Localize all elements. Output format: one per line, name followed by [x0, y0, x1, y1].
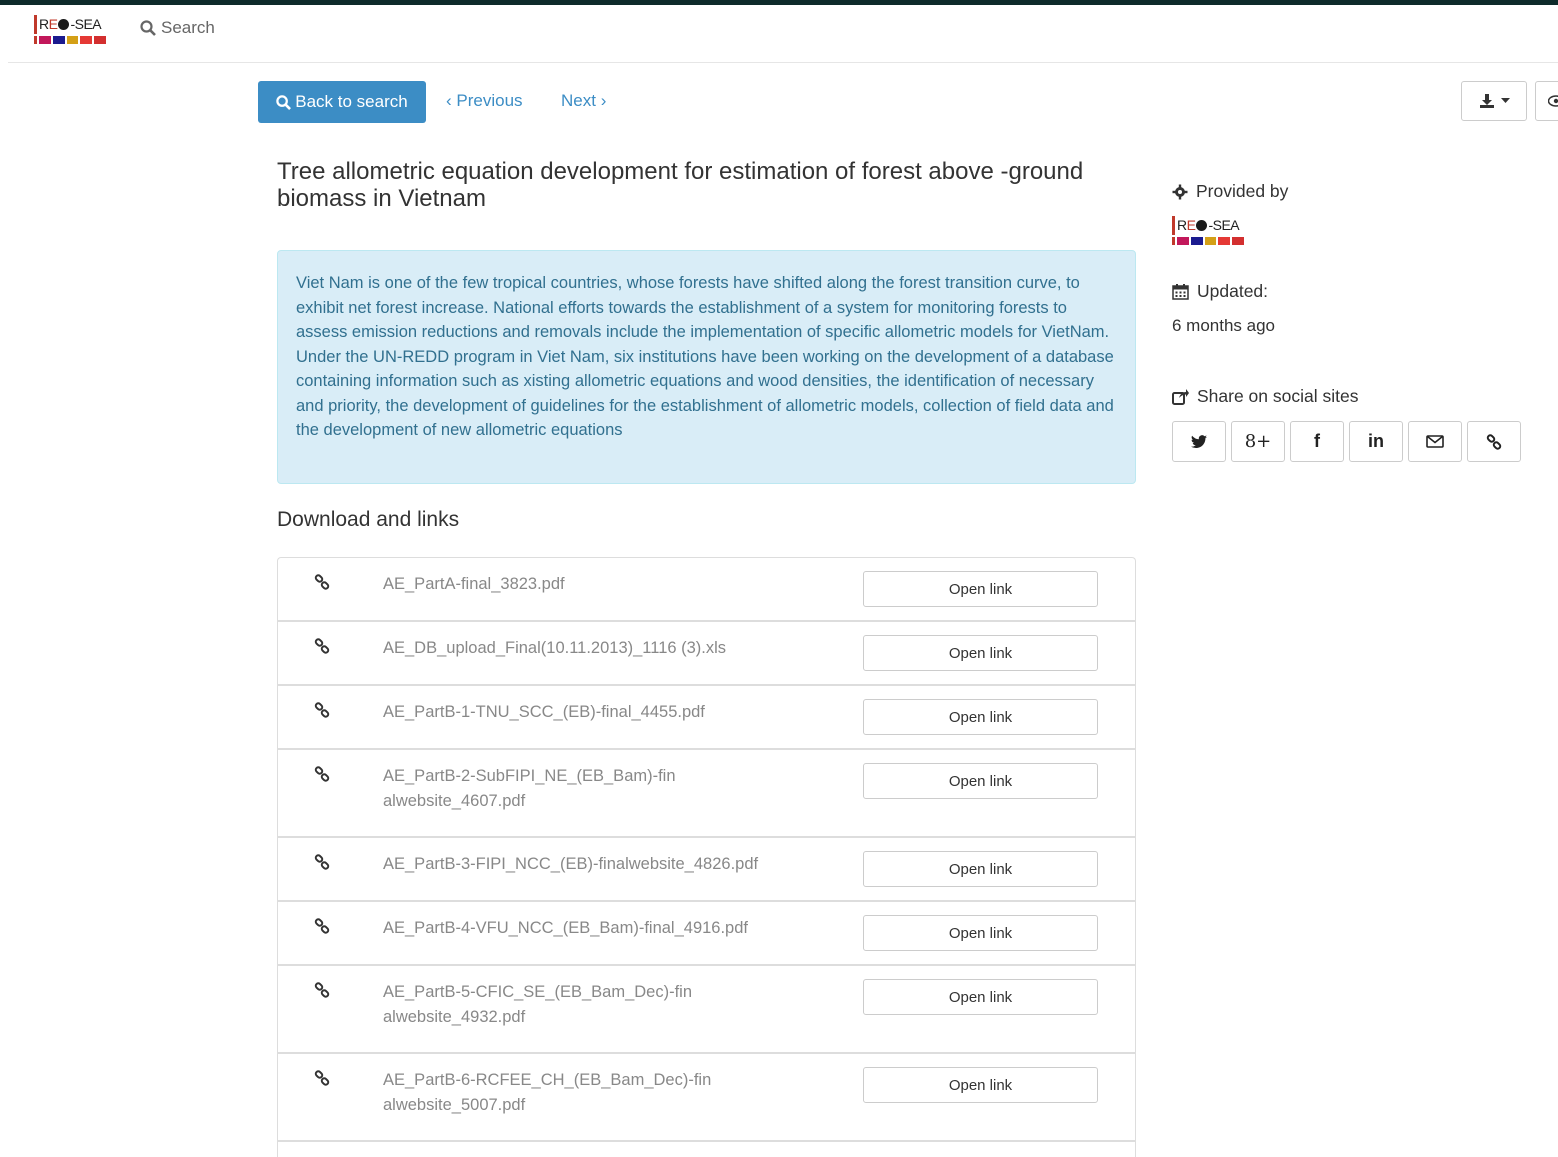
provided-by: Provided by [1172, 181, 1288, 202]
download-file-name[interactable]: AE_DB_upload_Final(10.11.2013)_1116 (3).… [383, 636, 803, 661]
facebook-icon: f [1314, 431, 1320, 452]
download-file-name[interactable]: AE_PartB-1-TNU_SCC_(EB)-final_4455.pdf [383, 700, 803, 725]
link-icon [314, 918, 330, 939]
link-icon [1486, 434, 1502, 450]
link-icon [314, 574, 330, 595]
share-label: Share on social sites [1197, 386, 1358, 407]
previous-label: Previous [456, 91, 522, 110]
download-row: AE_PartB-4-VFU_NCC_(EB_Bam)-final_4916.p… [278, 902, 1135, 966]
link-icon [314, 1070, 330, 1091]
download-row: AE_PartA-final_3823.pdf Open link [278, 558, 1135, 622]
updated-value: 6 months ago [1172, 316, 1275, 336]
download-file-name[interactable]: AE_PartB-3-FIPI_NCC_(EB)-finalwebsite_48… [383, 852, 803, 877]
share-icon [1172, 389, 1189, 405]
open-link-button[interactable]: Open link [863, 979, 1098, 1015]
copy-link-button[interactable] [1467, 421, 1521, 462]
open-link-button[interactable]: Open link [863, 763, 1098, 799]
link-icon [314, 766, 330, 787]
twitter-share-button[interactable] [1172, 421, 1226, 462]
next-label: Next [561, 91, 596, 110]
open-link-button[interactable]: Open link [863, 851, 1098, 887]
share: Share on social sites [1172, 386, 1358, 407]
email-share-button[interactable] [1408, 421, 1462, 462]
chevron-left-icon: ‹ [446, 91, 452, 110]
download-file-name[interactable]: AE_PartB-2-SubFIPI_NE_(EB_Bam)-finalwebs… [383, 764, 683, 813]
twitter-icon [1191, 435, 1207, 449]
eye-icon [1548, 95, 1558, 107]
open-link-button[interactable]: Open link [863, 635, 1098, 671]
download-icon [1479, 93, 1495, 109]
google-plus-share-button[interactable]: 8+ [1231, 421, 1285, 462]
open-link-button[interactable]: Open link [863, 1067, 1098, 1103]
navbar: RE-SEA Search [8, 5, 1558, 63]
updated-label: Updated: [1197, 281, 1268, 302]
google-plus-icon: 8+ [1245, 431, 1272, 452]
site-logo[interactable]: RE-SEA [34, 15, 106, 45]
download-row: AE_PartB-5-CFIC_SE_(EB_Bam_Dec)-finalweb… [278, 966, 1135, 1054]
link-icon [314, 854, 330, 875]
open-link-button[interactable]: Open link [863, 699, 1098, 735]
calendar-icon [1172, 283, 1189, 300]
record-title: Tree allometric equation development for… [277, 158, 1137, 212]
search-icon [276, 95, 291, 110]
download-row: AE_PartB-1-TNU_SCC_(EB)-final_4455.pdf O… [278, 686, 1135, 750]
download-row: AE_PartB-3-FIPI_NCC_(EB)-finalwebsite_48… [278, 838, 1135, 902]
link-icon [314, 982, 330, 1003]
download-row: AE_PartB-2-SubFIPI_NE_(EB_Bam)-finalwebs… [278, 750, 1135, 838]
nav-search-label: Search [161, 18, 215, 38]
next-link[interactable]: Next › [561, 91, 606, 111]
download-dropdown-button[interactable] [1461, 81, 1527, 121]
previous-link[interactable]: ‹ Previous [446, 91, 523, 111]
chevron-right-icon: › [601, 91, 607, 110]
email-icon [1426, 435, 1444, 448]
download-file-name[interactable]: AE_PartA-final_3823.pdf [383, 572, 803, 597]
download-row: AE_DB_upload_Final(10.11.2013)_1116 (3).… [278, 622, 1135, 686]
updated: Updated: [1172, 281, 1268, 302]
download-file-name[interactable]: AE_PartB-6-RCFEE_CH_(EB_Bam_Dec)-finalwe… [383, 1068, 713, 1117]
provided-by-label: Provided by [1196, 181, 1288, 202]
link-icon [314, 638, 330, 659]
record-abstract: Viet Nam is one of the few tropical coun… [277, 250, 1136, 484]
social-buttons: 8+ f in [1172, 421, 1521, 462]
nav-search[interactable]: Search [140, 18, 215, 38]
provider-logo[interactable]: RE-SEA [1172, 216, 1246, 246]
view-button[interactable] [1535, 81, 1558, 121]
linkedin-icon: in [1368, 431, 1384, 452]
downloads-list: AE_PartA-final_3823.pdf Open link AE_DB_… [277, 557, 1136, 1157]
gear-icon [1172, 184, 1188, 200]
linkedin-share-button[interactable]: in [1349, 421, 1403, 462]
open-link-button[interactable]: Open link [863, 915, 1098, 951]
link-icon [314, 702, 330, 723]
facebook-share-button[interactable]: f [1290, 421, 1344, 462]
back-to-search-label: Back to search [295, 92, 407, 112]
caret-down-icon [1501, 98, 1510, 104]
downloads-heading: Download and links [277, 508, 459, 532]
back-to-search-button[interactable]: Back to search [258, 81, 426, 123]
download-file-name[interactable]: AE_PartB-5-CFIC_SE_(EB_Bam_Dec)-finalweb… [383, 980, 693, 1029]
download-row: AE_PartB-6-RCFEE_CH_(EB_Bam_Dec)-finalwe… [278, 1054, 1135, 1142]
search-icon [140, 20, 156, 36]
download-file-name[interactable]: AE_PartB-4-VFU_NCC_(EB_Bam)-final_4916.p… [383, 916, 803, 941]
open-link-button[interactable]: Open link [863, 571, 1098, 607]
